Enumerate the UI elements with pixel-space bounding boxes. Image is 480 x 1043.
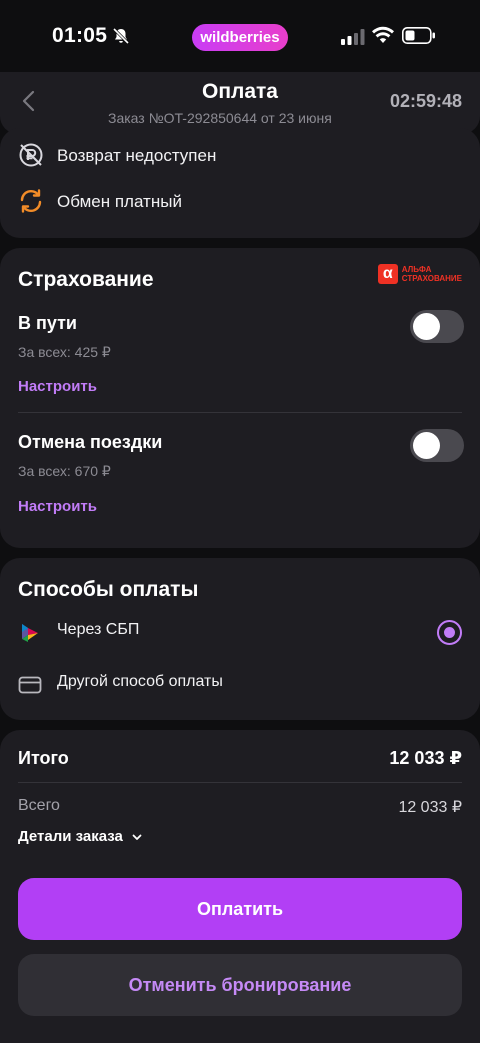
card-icon xyxy=(18,676,42,694)
bell-muted-icon xyxy=(112,27,130,45)
divider xyxy=(18,412,462,413)
payment-methods-card: Способы оплаты Через СБП Другой способ о… xyxy=(0,558,480,720)
payment-option-label: Через СБП xyxy=(57,621,140,638)
all-label: Всего xyxy=(18,797,60,814)
cancel-booking-button[interactable]: Отменить бронирование xyxy=(18,954,462,1016)
insurance-option-name: В пути xyxy=(18,313,77,333)
brand-badge: wildberries xyxy=(192,24,288,51)
alfa-line-2: СТРАХОВАНИЕ xyxy=(401,274,462,283)
status-bar: 01:05 wildberries xyxy=(0,0,480,72)
wifi-icon xyxy=(372,26,394,43)
configure-link[interactable]: Настроить xyxy=(18,378,97,395)
insurance-card: Страхование α АЛЬФА СТРАХОВАНИЕ В пути З… xyxy=(0,248,480,548)
refund-unavailable-icon xyxy=(19,143,43,167)
total-value: 12 033 ₽ xyxy=(389,748,462,768)
order-subtitle: Заказ №OT-292850644 от 23 июня xyxy=(108,110,332,126)
battery-icon xyxy=(402,27,435,44)
chevron-down-icon xyxy=(132,834,142,840)
payment-option-sbp[interactable]: Через СБП xyxy=(0,616,480,652)
divider xyxy=(18,782,462,783)
alfa-line-1: АЛЬФА xyxy=(401,265,432,274)
sbp-icon xyxy=(22,624,38,642)
order-details-toggle[interactable]: Детали заказа xyxy=(18,828,143,845)
payment-methods-title: Способы оплаты xyxy=(18,578,199,601)
insurance-title: Страхование xyxy=(18,268,154,291)
insurance-option-price: За всех: 425 ₽ xyxy=(18,344,111,360)
refund-condition: Возврат недоступен xyxy=(57,146,217,165)
exchange-icon xyxy=(20,189,42,213)
conditions-card: Возврат недоступен Обмен платный xyxy=(0,128,480,238)
insurance-transit-toggle[interactable] xyxy=(410,310,464,343)
insurance-cancel-toggle[interactable] xyxy=(410,429,464,462)
signal-icon xyxy=(341,29,365,45)
sbp-radio-selected[interactable] xyxy=(437,620,462,645)
insurance-option-name: Отмена поездки xyxy=(18,432,163,452)
alfa-insurance-logo: α АЛЬФА СТРАХОВАНИЕ xyxy=(377,264,462,284)
order-details-label: Детали заказа xyxy=(18,828,123,845)
clock: 01:05 xyxy=(52,24,108,47)
total-label: Итого xyxy=(18,748,69,768)
payment-option-label: Другой способ оплаты xyxy=(57,673,223,690)
exchange-condition: Обмен платный xyxy=(57,192,182,211)
alfa-mark: α xyxy=(377,264,398,284)
payment-timer: 02:59:48 xyxy=(389,91,462,111)
page-header: Оплата Заказ №OT-292850644 от 23 июня 02… xyxy=(0,72,480,134)
insurance-option-price: За всех: 670 ₽ xyxy=(18,463,111,479)
payment-option-other[interactable]: Другой способ оплаты xyxy=(0,668,480,704)
all-value: 12 033 ₽ xyxy=(398,799,462,816)
pay-button[interactable]: Оплатить xyxy=(18,878,462,940)
configure-link[interactable]: Настроить xyxy=(18,498,97,515)
summary-card: Итого 12 033 ₽ Всего 12 033 ₽ Детали зак… xyxy=(0,730,480,1043)
